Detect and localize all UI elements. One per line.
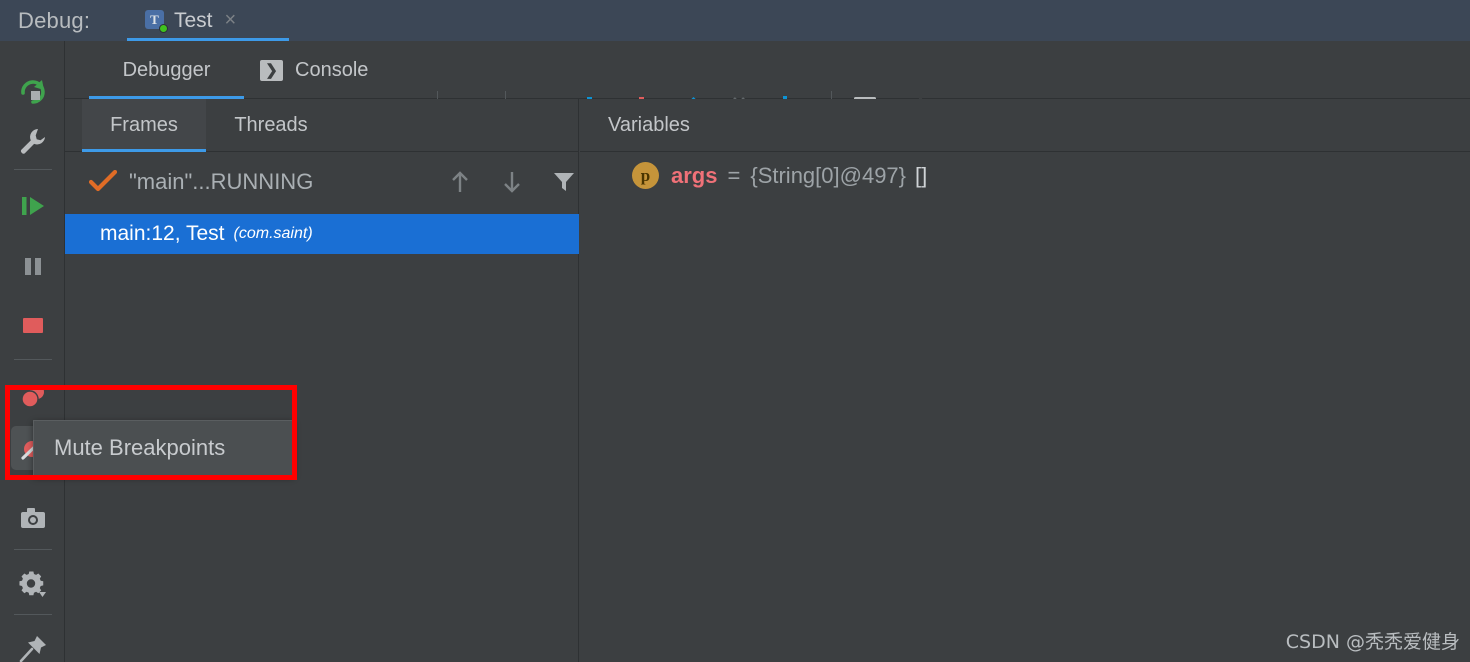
pause-icon — [18, 251, 48, 281]
tab-threads-label: Threads — [234, 114, 307, 137]
thread-selector-row[interactable]: "main"...RUNNING — [65, 152, 579, 211]
sidebar-item-settings[interactable] — [11, 563, 55, 607]
arrow-down-icon — [501, 170, 523, 194]
gear-icon — [17, 569, 49, 601]
sidebar-divider — [14, 614, 52, 615]
camera-icon — [18, 503, 48, 533]
sidebar-divider — [14, 549, 52, 550]
close-icon[interactable]: × — [225, 9, 237, 32]
thread-label: "main"...RUNNING — [129, 169, 313, 195]
tab-debugger[interactable]: Debugger — [89, 41, 244, 99]
debug-sidebar-toolbar — [0, 41, 65, 662]
move-down-button[interactable] — [495, 166, 529, 198]
variables-title: Variables — [608, 114, 690, 137]
titlebar: Debug: T Test × — [0, 0, 1470, 41]
sidebar-item-pause-program[interactable] — [11, 244, 55, 288]
console-icon: ❯ — [260, 60, 283, 81]
variable-row[interactable]: p args = {String[0]@497} [] — [580, 162, 927, 189]
resume-icon — [18, 191, 48, 221]
tab-threads[interactable]: Threads — [206, 99, 336, 152]
running-indicator-dot — [159, 24, 168, 33]
sidebar-item-resume-program[interactable] — [11, 184, 55, 228]
move-up-button[interactable] — [443, 166, 477, 198]
sidebar-divider — [14, 359, 52, 360]
breakpoints-icon — [18, 381, 48, 411]
sidebar-item-get-thread-dump[interactable] — [11, 496, 55, 540]
tab-console[interactable]: ❯ Console — [244, 41, 384, 99]
frames-pane: "main"...RUNNING — [65, 152, 579, 662]
debug-tool-window: Debug: T Test × — [0, 0, 1470, 662]
tab-console-label: Console — [295, 59, 368, 82]
variable-name: args — [671, 163, 717, 189]
stop-icon — [18, 311, 48, 341]
tab-frames[interactable]: Frames — [82, 99, 206, 152]
run-tab-label: Test — [174, 9, 213, 33]
variable-value: {String[0]@497} — [750, 163, 906, 189]
variables-tabbar: Variables — [580, 99, 1470, 152]
parameter-badge-icon: p — [632, 162, 659, 189]
run-configuration-tab[interactable]: T Test × — [127, 0, 289, 41]
pin-icon — [18, 634, 48, 662]
tab-debugger-label: Debugger — [123, 59, 211, 82]
check-icon — [89, 170, 117, 194]
wrench-icon — [18, 126, 48, 156]
tooltip-text: Mute Breakpoints — [54, 435, 225, 461]
watermark: CSDN @秃秃爱健身 — [1286, 627, 1460, 654]
sidebar-item-pin-tab[interactable] — [11, 627, 55, 662]
sidebar-item-rerun[interactable] — [11, 69, 55, 113]
filter-button[interactable] — [547, 166, 581, 198]
sidebar-divider — [14, 169, 52, 170]
frame-method-label: main:12, Test — [100, 222, 225, 246]
sidebar-item-edit-configuration[interactable] — [11, 119, 55, 163]
variable-equals: = — [727, 163, 740, 189]
filter-icon — [552, 170, 576, 194]
mute-breakpoints-tooltip: Mute Breakpoints — [33, 420, 294, 476]
arrow-up-icon — [449, 170, 471, 194]
debug-label: Debug: — [18, 8, 90, 34]
variables-pane: p args = {String[0]@497} [] — [580, 152, 1470, 662]
frames-tabbar: Frames Threads — [65, 99, 579, 152]
frame-package-label: (com.saint) — [234, 225, 313, 243]
sidebar-item-stop[interactable] — [11, 304, 55, 348]
sidebar-item-view-breakpoints[interactable] — [11, 374, 55, 418]
junit-class-icon: T — [145, 10, 166, 31]
tab-frames-label: Frames — [110, 114, 178, 137]
frame-list-item[interactable]: main:12, Test (com.saint) — [65, 214, 579, 254]
variable-array-preview: [] — [915, 163, 927, 189]
sidebar-divider — [14, 478, 52, 479]
debugger-topbar: Debugger ❯ Console — [65, 41, 1470, 99]
rerun-icon — [18, 76, 48, 106]
